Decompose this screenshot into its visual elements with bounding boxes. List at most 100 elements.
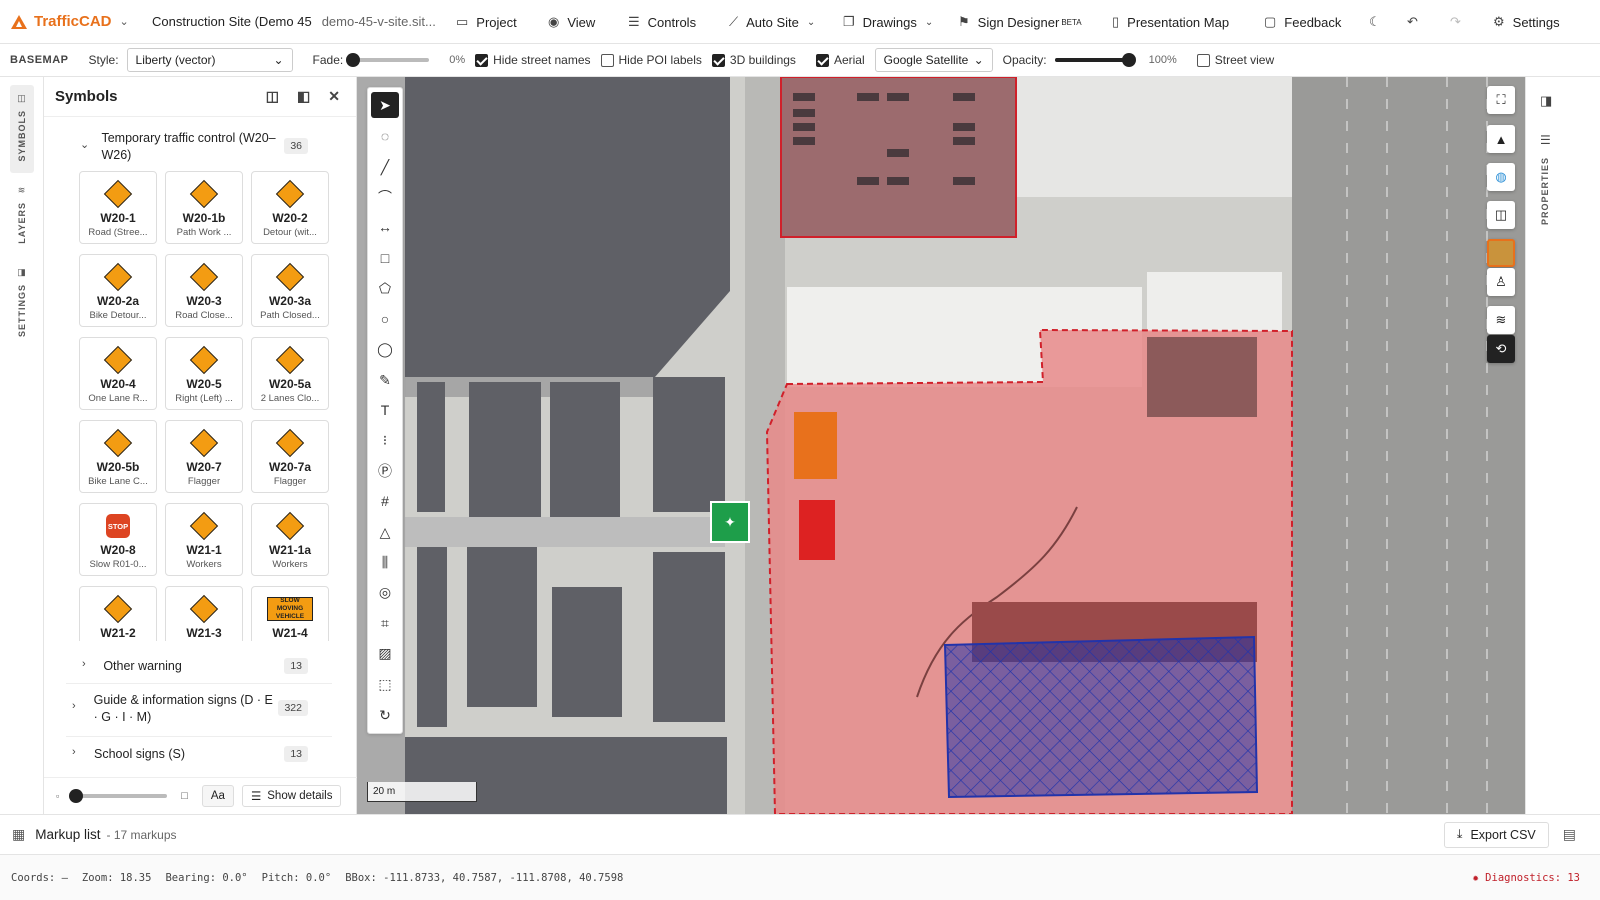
group-guide-signs[interactable]: › Guide & information signs (D · E · G ·… <box>22 692 332 726</box>
project-url[interactable]: demo-45-v-site.sit... <box>322 14 436 29</box>
symbol-card[interactable]: W20-5a 2 Lanes Clo... <box>251 337 329 410</box>
nav-project[interactable]: ▭ Project <box>456 0 517 44</box>
curve-tool[interactable]: ⌒ <box>371 184 399 210</box>
font-toggle-button[interactable]: Aa <box>201 785 234 807</box>
undo-button[interactable]: ↶ <box>1407 0 1426 44</box>
export-csv-button[interactable]: ⤓ Export CSV <box>1443 821 1549 848</box>
symbol-size-slider[interactable] <box>69 789 168 803</box>
group-temporary-traffic-control[interactable]: ⌄ Temporary traffic control (W20–W26) 36 <box>22 130 332 164</box>
target-tool[interactable]: ◎ <box>371 579 399 605</box>
aerial-toggle[interactable]: Aerial <box>815 53 865 68</box>
collapse-icon[interactable]: ◧ <box>297 88 310 105</box>
nav-presentation-map[interactable]: ▯ Presentation Map <box>1112 0 1229 44</box>
barrier-tool[interactable]: ⫼ <box>371 549 399 575</box>
aerial-map[interactable]: ✦ <box>357 77 1525 814</box>
theme-toggle-button[interactable]: ☾ <box>1369 0 1389 44</box>
nav-settings[interactable]: ⚙ Settings <box>1493 0 1560 44</box>
cone-tool[interactable]: △ <box>371 519 399 545</box>
symbol-card[interactable]: W20-7 Flagger <box>165 420 243 493</box>
orange-sign-markup[interactable] <box>794 412 837 479</box>
nav-view[interactable]: ◉ View <box>548 0 595 44</box>
hide-poi-labels-toggle[interactable]: Hide POI labels <box>600 53 702 68</box>
style-select[interactable]: Liberty (vector) ⌄ <box>126 48 293 72</box>
polygon-tool[interactable]: ⬠ <box>371 275 399 301</box>
layers-button[interactable]: ≋ <box>1487 306 1515 334</box>
rotate-tool[interactable]: ↻ <box>371 702 399 728</box>
properties-tab-label[interactable]: PROPERTIES <box>1540 157 1550 225</box>
symbol-card[interactable]: W21-2 <box>79 586 157 641</box>
red-sign-markup[interactable] <box>799 500 835 560</box>
buildings-3d-toggle[interactable]: 3D buildings <box>711 53 796 68</box>
hide-street-names-toggle[interactable]: Hide street names <box>475 53 591 68</box>
buildings-3d-checkbox[interactable] <box>711 54 725 68</box>
collapse-panel-icon[interactable]: ▤ <box>1563 826 1576 843</box>
group-school-signs[interactable]: › School signs (S) 13 <box>22 746 332 763</box>
app-logo[interactable]: TrafficCAD ⌄ <box>0 13 140 30</box>
hide-street-names-checkbox[interactable] <box>475 54 489 68</box>
map-canvas[interactable]: ✦ <box>357 77 1525 814</box>
symbol-size-knob[interactable] <box>69 789 84 803</box>
diagnostics-badge[interactable]: ✹ Diagnostics: 13 <box>1473 872 1580 884</box>
project-name[interactable]: Construction Site (Demo 45 <box>152 14 312 29</box>
symbol-card[interactable]: W20-7a Flagger <box>251 420 329 493</box>
symbol-card[interactable]: W21-1a Workers <box>251 503 329 576</box>
circle-tool[interactable]: ○ <box>371 306 399 332</box>
symbol-card[interactable]: W20-2 Detour (wit... <box>251 171 329 244</box>
redo-button[interactable]: ↷ <box>1450 0 1469 44</box>
nav-sign-designer[interactable]: ⚑ Sign Designer BETA <box>958 0 1082 44</box>
symbol-card[interactable]: W20-5b Bike Lane C... <box>79 420 157 493</box>
opacity-slider-knob[interactable] <box>1121 53 1136 67</box>
rectangle-tool[interactable]: □ <box>371 245 399 271</box>
select-tool[interactable]: ➤ <box>371 92 399 118</box>
fade-slider-knob[interactable] <box>346 53 361 67</box>
pencil-tool[interactable]: ✎ <box>371 367 399 393</box>
rail-tab-settings[interactable]: ◨ SETTINGS <box>10 267 34 347</box>
measure-tool[interactable]: ↔ <box>371 214 399 240</box>
basemap-thumbnail-button[interactable] <box>1487 239 1515 267</box>
opacity-slider[interactable] <box>1054 53 1136 67</box>
lasso-tool[interactable]: ◌ <box>371 123 399 149</box>
hatch-tool[interactable]: ▨ <box>371 640 399 666</box>
close-icon[interactable]: ✕ <box>328 88 340 105</box>
symbol-card[interactable]: W21-1 Workers <box>165 503 243 576</box>
dock-icon[interactable]: ◫ <box>266 88 279 105</box>
symbol-card[interactable]: W20-3a Path Closed... <box>251 254 329 327</box>
nav-auto-site[interactable]: ⟋ Auto Site ⌄ <box>729 0 815 44</box>
pegman-button[interactable]: ♙ <box>1487 268 1515 296</box>
symbol-card[interactable]: W20-4 One Lane R... <box>79 337 157 410</box>
symbol-card[interactable]: SLOW MOVING VEHICLE W21-4 <box>251 586 329 641</box>
markup-list-bar[interactable]: ▦ Markup list - 17 markups ⤓ Export CSV ▤ <box>0 814 1600 854</box>
lane-tool[interactable]: ⁝ <box>371 427 399 453</box>
street-view-toggle[interactable]: Street view <box>1196 53 1274 68</box>
parking-tool[interactable]: Ⓟ <box>371 458 399 484</box>
symbol-card[interactable]: STOP W20-8 Slow R01-0... <box>79 503 157 576</box>
nav-drawings[interactable]: ❐ Drawings ⌄ <box>843 0 933 44</box>
group-other-warning[interactable]: › Other warning 13 <box>22 658 332 675</box>
text-tool[interactable]: T <box>371 397 399 423</box>
nav-controls[interactable]: ☰ Controls <box>628 0 696 44</box>
aerial-checkbox[interactable] <box>815 54 829 68</box>
crossing-tool[interactable]: ⌗ <box>371 610 399 636</box>
split-view-button[interactable]: ◫ <box>1487 201 1515 229</box>
fullscreen-button[interactable]: ⛶ <box>1487 86 1515 114</box>
panel-toggle-icon[interactable]: ◨ <box>1540 93 1552 109</box>
area-select-tool[interactable]: ⬚ <box>371 671 399 697</box>
symbol-card[interactable]: W21-3 <box>165 586 243 641</box>
sliders-icon[interactable]: ☰ <box>1540 133 1551 147</box>
symbol-card[interactable]: W20-1b Path Work ... <box>165 171 243 244</box>
route-button[interactable]: ⟲ <box>1487 335 1515 363</box>
aerial-source-select[interactable]: Google Satellite ⌄ <box>874 48 993 72</box>
compass-button[interactable]: ▲ <box>1487 125 1515 153</box>
symbol-card[interactable]: W20-1 Road (Stree... <box>79 171 157 244</box>
street-view-checkbox[interactable] <box>1196 54 1210 68</box>
symbol-card[interactable]: W20-2a Bike Detour... <box>79 254 157 327</box>
symbol-card[interactable]: W20-3 Road Close... <box>165 254 243 327</box>
globe-button[interactable]: ◍ <box>1487 163 1515 191</box>
rail-tab-layers[interactable]: ≋ LAYERS <box>10 185 34 255</box>
line-tool[interactable]: ╱ <box>371 154 399 180</box>
symbol-card[interactable]: W20-5 Right (Left) ... <box>165 337 243 410</box>
nav-feedback[interactable]: ▢ Feedback <box>1264 0 1341 44</box>
fade-slider[interactable] <box>346 53 430 67</box>
freeform-circle-tool[interactable]: ◯ <box>371 336 399 362</box>
show-details-button[interactable]: ☰ Show details <box>241 785 342 807</box>
